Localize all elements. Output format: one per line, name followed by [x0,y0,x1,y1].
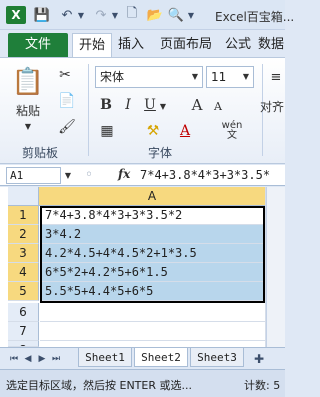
excel-logo-icon: X [6,6,26,24]
grow-font-button[interactable]: A [188,96,206,114]
font-size-combo[interactable]: 11 ▼ [206,66,254,88]
group-clipboard-label: 剪贴板 [22,146,59,160]
row-header[interactable]: 1 [8,206,39,225]
phonetic-guide-button[interactable]: wén 文 [218,120,246,142]
tab-insert[interactable]: 插入 [114,33,148,57]
font-name-value: 宋体 [100,70,125,84]
bold-button[interactable]: B [98,96,114,114]
font-size-value: 11 [211,70,227,84]
tab-data[interactable]: 数据 [258,33,292,57]
italic-button[interactable]: I [120,96,136,114]
next-sheet-icon[interactable]: ▶ [36,352,48,366]
first-sheet-icon[interactable]: ⏮ [8,352,20,366]
cell-a3[interactable]: 4.2*4.5+4*4.5*2+1*3.5 [40,244,265,263]
group-font-label: 字体 [148,146,173,160]
row-header[interactable]: 4 [8,263,39,282]
row-header[interactable]: 6 [8,303,39,322]
cell-a4[interactable]: 6*5*2+4.2*5+6*1.5 [40,263,265,282]
sheet-tab-2[interactable]: Sheet2 [134,348,188,367]
prev-sheet-icon[interactable]: ◀ [22,352,34,366]
row-header[interactable]: 7 [8,322,39,341]
sheet-tab-3[interactable]: Sheet3 [190,348,244,367]
cell-a6[interactable] [40,303,265,322]
shrink-font-button[interactable]: A [210,98,226,114]
cell-a2[interactable]: 3*4.2 [40,225,265,244]
undo-dropdown-icon[interactable]: ▼ [76,6,86,24]
alignment-group-label: 对齐 [260,99,285,114]
row-header[interactable]: 2 [8,225,39,244]
copy-icon[interactable]: 📄 [56,92,78,110]
font-name-combo[interactable]: 宋体 ▼ [95,66,203,88]
redo-dropdown-icon[interactable]: ▼ [110,6,120,24]
paste-button[interactable]: 粘贴 [10,102,46,118]
chevron-down-icon[interactable]: ▼ [239,67,253,87]
cut-icon[interactable]: ✂ [56,66,74,84]
chevron-down-icon[interactable]: ▼ [188,67,202,87]
insert-function-button[interactable]: fx [118,167,130,181]
ribbon-home: 📋 粘贴 ▼ ✂ 📄 🖌 剪贴板 宋体 ▼ 11 ▼ B I U ▼ A A ▦… [0,57,285,164]
fill-color-icon[interactable]: ⚒ [144,122,162,140]
vertical-scrollbar[interactable] [266,187,285,347]
insert-sheet-icon[interactable]: ✚ [250,352,268,366]
save-icon[interactable]: 💾 [34,6,50,24]
title-bar: X 💾 ↶ ▼ ↷ ▼ 🗋 📂 🔍 ▼ Excel百宝箱... [0,0,294,30]
cell-a7[interactable] [40,322,265,341]
new-file-icon[interactable]: 🗋 [124,6,140,24]
tab-home[interactable]: 开始 [72,33,112,57]
group-divider [88,64,89,156]
name-box-dropdown-icon[interactable]: ▼ [62,168,74,182]
status-message: 选定目标区域，然后按 ENTER 或选... [6,379,192,392]
sheet-tab-1[interactable]: Sheet1 [78,348,132,367]
tab-page-layout[interactable]: 页面布局 [154,33,218,57]
format-painter-icon[interactable]: 🖌 [56,118,78,136]
formula-scroll-icon: ◦ [84,167,94,183]
status-count: 计数: 5 [244,379,281,392]
cell-a1[interactable]: 7*4+3.8*4*3+3*3.5*2 [40,206,265,225]
row-header[interactable]: 3 [8,244,39,263]
borders-icon[interactable]: ▦ [98,122,116,140]
cell-a5[interactable]: 5.5*5+4.4*5+6*5 [40,282,265,301]
formula-input[interactable]: 7*4+3.8*4*3+3*3.5* [140,168,270,182]
window-title: Excel百宝箱... [215,10,295,24]
status-bar: 选定目标区域，然后按 ENTER 或选... 计数: 5 [0,369,285,397]
underline-button[interactable]: U [142,96,158,114]
customize-toolbar-icon[interactable]: ▼ [186,6,196,24]
underline-dropdown-icon[interactable]: ▼ [158,100,168,112]
row-header[interactable]: 5 [8,282,39,301]
name-box[interactable]: A1 [6,167,61,184]
select-all-corner[interactable] [8,187,39,206]
align-icon[interactable]: ≡ [268,68,284,86]
tab-file[interactable]: 文件 [8,33,68,57]
font-color-button[interactable]: A [176,122,194,140]
open-folder-icon[interactable]: 📂 [146,6,164,24]
last-sheet-icon[interactable]: ⏭ [50,352,62,366]
paste-dropdown-icon[interactable]: ▼ [22,120,34,132]
worksheet-grid[interactable]: A 1 7*4+3.8*4*3+3*3.5*2 2 3*4.2 3 4.2*4.… [0,187,285,347]
ribbon-tabs: 文件 开始 插入 页面布局 公式 数据 [0,30,285,57]
undo-icon[interactable]: ↶ [58,6,76,24]
formula-bar: A1 ▼ ◦ fx 7*4+3.8*4*3+3*3.5* [0,165,285,186]
column-header-a[interactable]: A [39,187,265,206]
redo-icon[interactable]: ↷ [92,6,110,24]
tab-formulas[interactable]: 公式 [222,33,254,57]
paste-icon[interactable]: 📋 [12,66,44,98]
sheet-tab-bar: ⏮ ◀ ▶ ⏭ Sheet1 Sheet2 Sheet3 ✚ [0,347,285,369]
print-preview-icon[interactable]: 🔍 [168,6,184,24]
